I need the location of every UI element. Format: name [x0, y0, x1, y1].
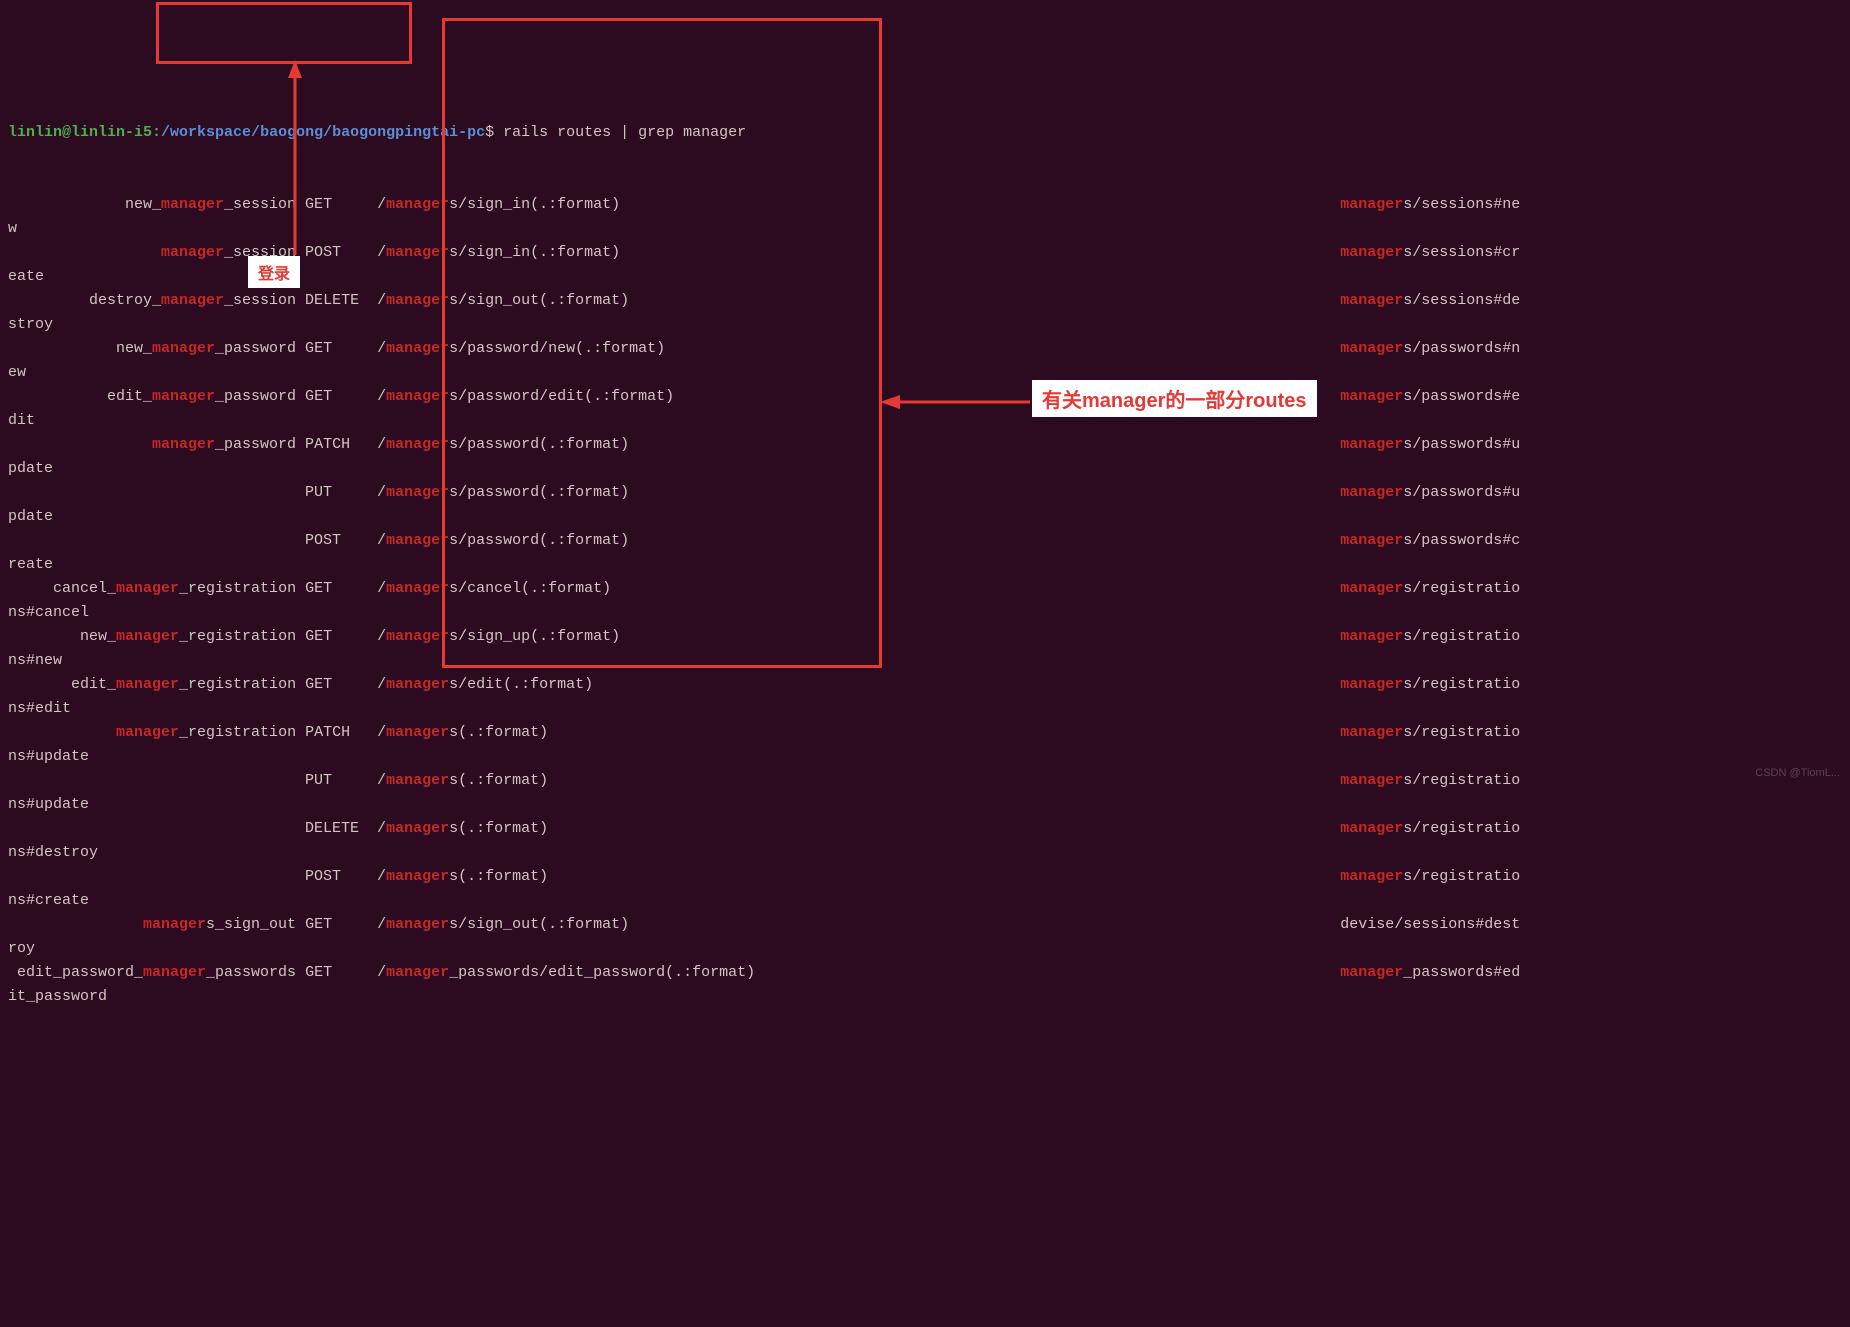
route-line-wrap: ns#update	[8, 745, 1842, 769]
route-line-wrap: ew	[8, 361, 1842, 385]
route-line: DELETE /managers(.:format) managers/regi…	[8, 817, 1842, 841]
route-line: manager_registration PATCH /managers(.:f…	[8, 721, 1842, 745]
annotation-box-path	[156, 2, 412, 64]
route-line-wrap: ns#destroy	[8, 841, 1842, 865]
route-line-wrap: ns#new	[8, 649, 1842, 673]
route-line-wrap: stroy	[8, 313, 1842, 337]
terminal-output: linlin@linlin-i5:/workspace/baogong/baog…	[0, 68, 1850, 1038]
route-line: edit_manager_registration GET /managers/…	[8, 673, 1842, 697]
route-line: new_manager_registration GET /managers/s…	[8, 625, 1842, 649]
command-line: linlin@linlin-i5:/workspace/baogong/baog…	[8, 121, 1842, 145]
route-line: POST /managers/password(.:format) manage…	[8, 529, 1842, 553]
route-line-wrap: ns#edit	[8, 697, 1842, 721]
route-line-wrap: pdate	[8, 505, 1842, 529]
annotation-label-routes: 有关manager的一部分routes	[1032, 380, 1317, 417]
route-line: PUT /managers/password(.:format) manager…	[8, 481, 1842, 505]
route-line: edit_password_manager_passwords GET /man…	[8, 961, 1842, 985]
user-host: linlin@linlin-i5	[8, 124, 152, 141]
route-line: managers_sign_out GET /managers/sign_out…	[8, 913, 1842, 937]
route-line: destroy_manager_session DELETE /managers…	[8, 289, 1842, 313]
route-line-wrap: roy	[8, 937, 1842, 961]
route-line-wrap: w	[8, 217, 1842, 241]
route-line: edit_manager_password GET /managers/pass…	[8, 385, 1842, 409]
working-dir: /workspace/baogong/baogongpingtai-pc	[161, 124, 485, 141]
route-line-wrap: ns#cancel	[8, 601, 1842, 625]
watermark: CSDN @TiomL...	[1755, 767, 1840, 779]
route-line: new_manager_session GET /managers/sign_i…	[8, 193, 1842, 217]
route-line: PUT /managers(.:format) managers/registr…	[8, 769, 1842, 793]
route-line-wrap: ns#create	[8, 889, 1842, 913]
route-line: manager_password PATCH /managers/passwor…	[8, 433, 1842, 457]
route-line: cancel_manager_registration GET /manager…	[8, 577, 1842, 601]
route-line-wrap: it_password	[8, 985, 1842, 1009]
route-line-wrap: ns#update	[8, 793, 1842, 817]
route-line: POST /managers(.:format) managers/regist…	[8, 865, 1842, 889]
route-line-wrap: dit	[8, 409, 1842, 433]
route-line-wrap: reate	[8, 553, 1842, 577]
route-line-wrap: pdate	[8, 457, 1842, 481]
annotation-label-login: 登录	[248, 256, 300, 288]
routes-list: new_manager_session GET /managers/sign_i…	[8, 193, 1842, 1009]
command-text: rails routes | grep manager	[494, 124, 746, 141]
route-line: new_manager_password GET /managers/passw…	[8, 337, 1842, 361]
